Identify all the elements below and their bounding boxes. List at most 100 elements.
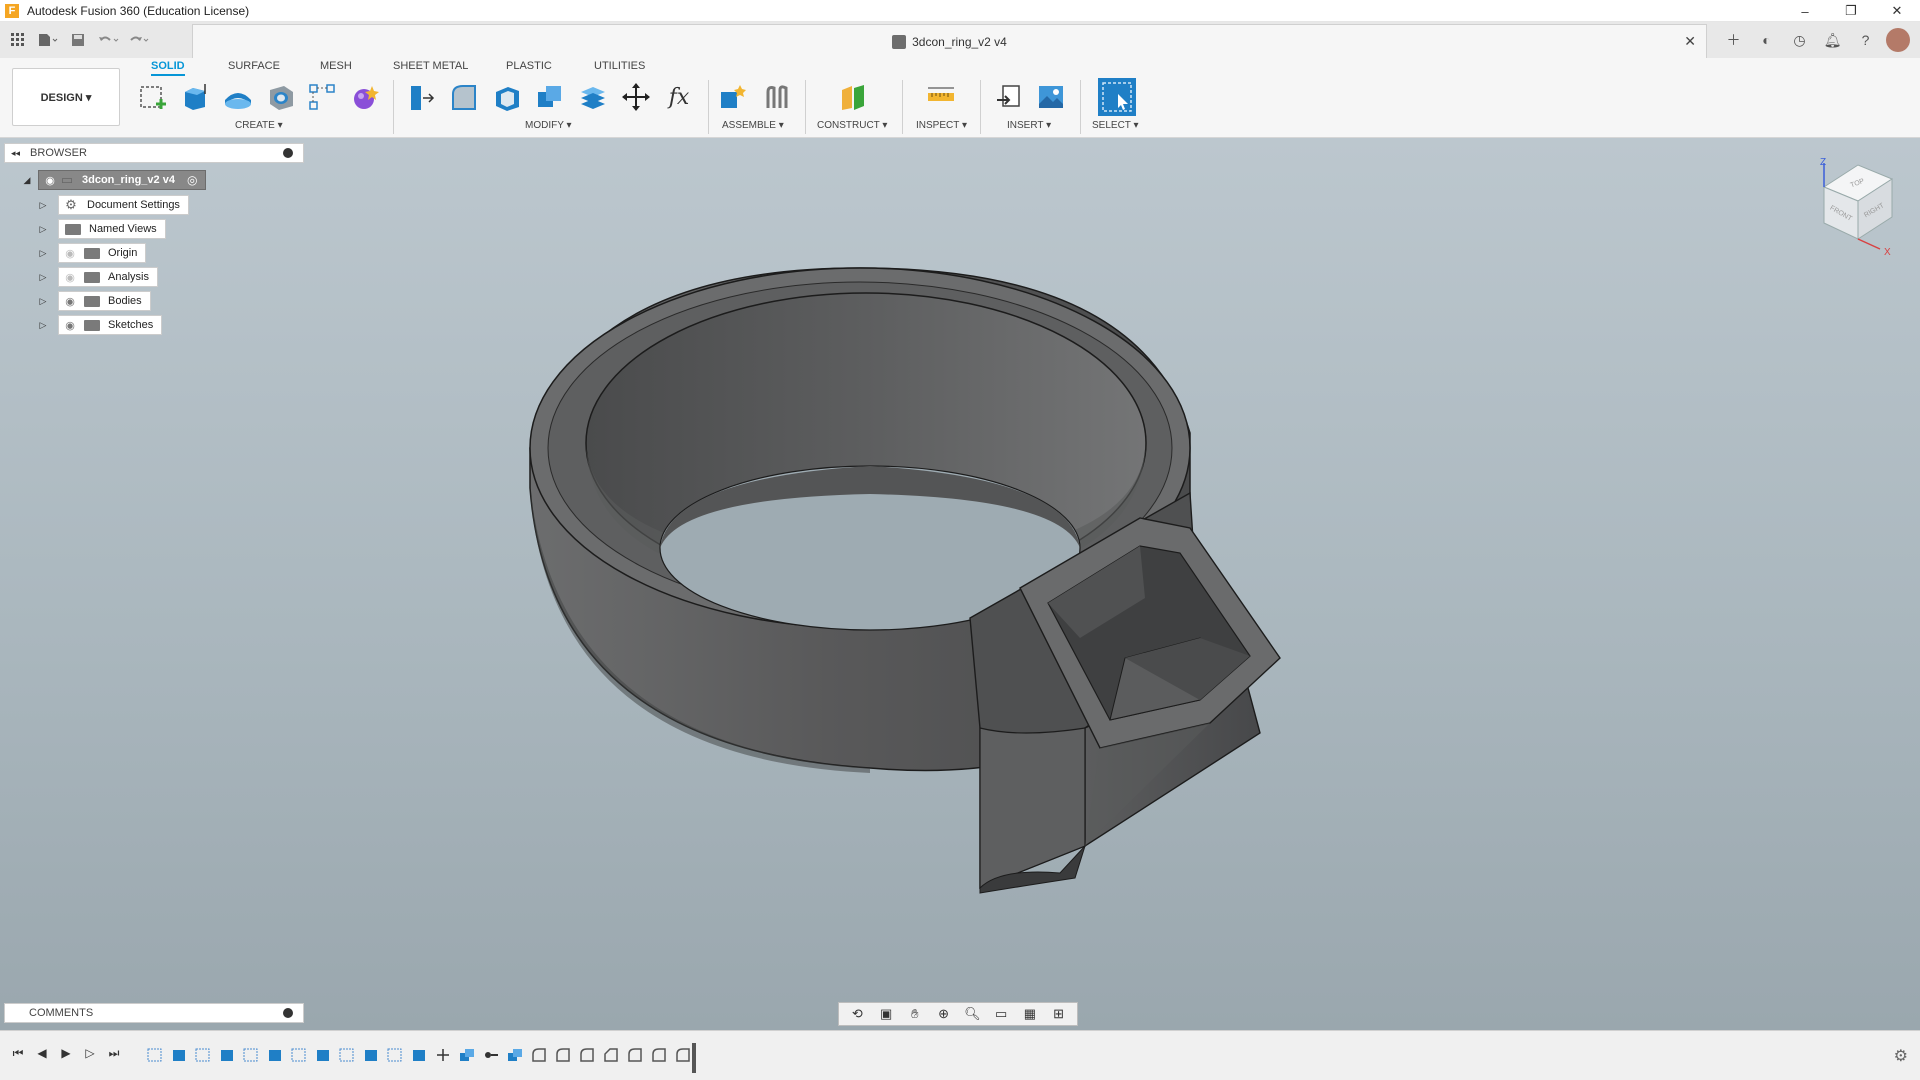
rectangular-pattern-icon[interactable] bbox=[305, 80, 339, 114]
zoom-icon[interactable]: ⊕ bbox=[933, 1004, 955, 1024]
comments-panel[interactable]: COMMENTS bbox=[4, 1003, 304, 1023]
revolve-icon[interactable] bbox=[221, 80, 255, 114]
timeline-extrude-icon[interactable] bbox=[362, 1047, 380, 1063]
timeline-sketch-icon[interactable] bbox=[386, 1047, 404, 1063]
timeline-combine-icon[interactable] bbox=[506, 1047, 524, 1063]
timeline-settings-gear-icon[interactable]: ⚙ bbox=[1894, 1046, 1908, 1066]
add-comment-icon[interactable] bbox=[283, 1008, 293, 1018]
timeline-extrude-icon[interactable] bbox=[314, 1047, 332, 1063]
move-copy-icon[interactable] bbox=[619, 80, 653, 114]
viewcube[interactable]: TOP FRONT RIGHT Z X bbox=[1812, 157, 1900, 258]
timeline-extrude-icon[interactable] bbox=[266, 1047, 284, 1063]
insert-derive-icon[interactable] bbox=[992, 80, 1026, 114]
assemble-group-menu[interactable]: ASSEMBLE ▾ bbox=[722, 120, 784, 131]
workspace-switcher-button[interactable]: DESIGN ▾ bbox=[12, 68, 120, 126]
insert-group-menu[interactable]: INSERT ▾ bbox=[1007, 120, 1051, 131]
timeline-extrude-icon[interactable] bbox=[410, 1047, 428, 1063]
zoom-window-icon[interactable]: 🔍︎ bbox=[961, 1004, 983, 1024]
job-status-icon[interactable]: ◷ bbox=[1787, 28, 1812, 53]
insert-canvas-icon[interactable] bbox=[1034, 80, 1068, 114]
browser-item-bodies[interactable]: ▷ ◉ Bodies bbox=[36, 291, 151, 311]
viewports-icon[interactable]: ⊞ bbox=[1048, 1004, 1070, 1024]
activate-radio-icon[interactable]: ◎ bbox=[187, 173, 197, 187]
visibility-eye-icon[interactable]: ◉ bbox=[62, 294, 78, 308]
step-back-icon[interactable]: ◀ bbox=[34, 1045, 50, 1061]
timeline-sketch-icon[interactable] bbox=[242, 1047, 260, 1063]
timeline-sketch-icon[interactable] bbox=[290, 1047, 308, 1063]
go-to-start-icon[interactable]: ⏮ bbox=[10, 1045, 26, 1061]
create-sketch-icon[interactable] bbox=[136, 80, 170, 114]
expand-arrow-icon[interactable]: ▷ bbox=[36, 195, 50, 215]
visibility-eye-icon[interactable]: ◉ bbox=[42, 173, 58, 187]
play-icon[interactable]: ▶ bbox=[58, 1045, 74, 1061]
timeline-fillet-icon[interactable] bbox=[674, 1047, 692, 1063]
go-to-end-icon[interactable]: ⏭ bbox=[106, 1045, 122, 1061]
timeline-sketch-icon[interactable] bbox=[146, 1047, 164, 1063]
offset-plane-icon[interactable] bbox=[836, 80, 870, 114]
shell-icon[interactable] bbox=[490, 80, 524, 114]
undo-icon[interactable] bbox=[96, 28, 120, 52]
collapse-panel-icon[interactable]: ◂◂ bbox=[11, 148, 20, 159]
visibility-eye-icon[interactable]: ◉ bbox=[62, 318, 78, 332]
tab-mesh[interactable]: MESH bbox=[320, 60, 352, 76]
restore-button[interactable]: ❐ bbox=[1828, 0, 1874, 22]
hole-icon[interactable] bbox=[264, 80, 298, 114]
timeline-combine-icon[interactable] bbox=[458, 1047, 476, 1063]
browser-item-document-settings[interactable]: ▷ ⚙ Document Settings bbox=[36, 195, 189, 215]
tab-utilities[interactable]: UTILITIES bbox=[594, 60, 645, 76]
file-menu-icon[interactable] bbox=[36, 28, 60, 52]
timeline-chamfer-icon[interactable] bbox=[602, 1047, 620, 1063]
step-forward-icon[interactable]: ▷ bbox=[82, 1045, 98, 1061]
tab-solid[interactable]: SOLID bbox=[151, 60, 185, 76]
grid-settings-icon[interactable]: ▦ bbox=[1019, 1004, 1041, 1024]
browser-item-sketches[interactable]: ▷ ◉ Sketches bbox=[36, 315, 163, 335]
timeline-fillet-icon[interactable] bbox=[554, 1047, 572, 1063]
timeline-fillet-icon[interactable] bbox=[578, 1047, 596, 1063]
tab-sheet-metal[interactable]: SHEET METAL bbox=[393, 60, 468, 76]
browser-root-row[interactable]: ◢ ◉ ▭ 3dcon_ring_v2 v4 ◎ bbox=[20, 170, 207, 190]
save-icon[interactable] bbox=[66, 28, 90, 52]
extensions-icon[interactable]: ◐ bbox=[1754, 28, 1779, 53]
help-icon[interactable]: ? bbox=[1853, 28, 1878, 53]
new-tab-plus-icon[interactable]: ＋ bbox=[1721, 28, 1746, 53]
select-icon[interactable] bbox=[1098, 78, 1136, 116]
create-group-menu[interactable]: CREATE ▾ bbox=[235, 120, 283, 131]
timeline-sketch-icon[interactable] bbox=[194, 1047, 212, 1063]
pin-panel-icon[interactable] bbox=[283, 148, 293, 158]
browser-item-origin[interactable]: ▷ ◉ Origin bbox=[36, 243, 147, 263]
measure-icon[interactable] bbox=[924, 80, 958, 114]
close-window-button[interactable]: ✕ bbox=[1874, 0, 1920, 22]
timeline-fillet-icon[interactable] bbox=[626, 1047, 644, 1063]
offset-face-icon[interactable] bbox=[576, 80, 610, 114]
construct-group-menu[interactable]: CONSTRUCT ▾ bbox=[817, 120, 887, 131]
display-settings-icon[interactable]: ▭ bbox=[990, 1004, 1012, 1024]
user-avatar[interactable] bbox=[1886, 28, 1910, 52]
timeline-marker[interactable] bbox=[692, 1043, 696, 1073]
expand-arrow-icon[interactable]: ▷ bbox=[36, 291, 50, 311]
visibility-eye-hidden-icon[interactable]: ◉ bbox=[62, 270, 78, 284]
expand-arrow-icon[interactable]: ▷ bbox=[36, 243, 50, 263]
pan-hand-icon[interactable]: ✋︎ bbox=[904, 1004, 926, 1024]
modify-group-menu[interactable]: MODIFY ▾ bbox=[525, 120, 572, 131]
close-tab-icon[interactable]: ✕ bbox=[1684, 33, 1696, 50]
ring-model[interactable] bbox=[500, 228, 1400, 948]
fillet-icon[interactable] bbox=[447, 80, 481, 114]
extrude-icon[interactable] bbox=[178, 80, 212, 114]
collapse-triangle-icon[interactable]: ◢ bbox=[20, 170, 34, 190]
joint-icon[interactable] bbox=[760, 80, 794, 114]
tab-plastic[interactable]: PLASTIC bbox=[506, 60, 552, 76]
timeline-fillet-icon[interactable] bbox=[530, 1047, 548, 1063]
timeline-extrude-icon[interactable] bbox=[170, 1047, 188, 1063]
visibility-eye-hidden-icon[interactable]: ◉ bbox=[62, 246, 78, 260]
timeline-fillet-icon[interactable] bbox=[650, 1047, 668, 1063]
change-parameters-fx-icon[interactable]: fx bbox=[662, 80, 696, 114]
timeline-sketch-icon[interactable] bbox=[338, 1047, 356, 1063]
redo-icon[interactable] bbox=[126, 28, 150, 52]
tab-surface[interactable]: SURFACE bbox=[228, 60, 280, 76]
canvas-viewport[interactable] bbox=[0, 138, 1920, 1030]
data-panel-grid-icon[interactable] bbox=[6, 28, 30, 52]
new-component-icon[interactable] bbox=[716, 80, 750, 114]
timeline-extrude-icon[interactable] bbox=[218, 1047, 236, 1063]
timeline-move-icon[interactable] bbox=[434, 1047, 452, 1063]
expand-arrow-icon[interactable]: ▷ bbox=[36, 267, 50, 287]
